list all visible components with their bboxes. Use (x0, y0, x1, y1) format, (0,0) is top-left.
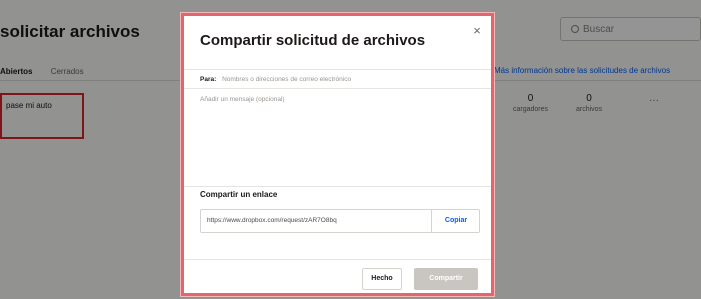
close-icon[interactable]: × (470, 24, 484, 38)
share-button[interactable]: Compartir (414, 268, 478, 290)
share-request-dialog: Compartir solicitud de archivos × Para: … (181, 13, 494, 296)
copy-button[interactable]: Copiar (431, 210, 480, 232)
share-link-field[interactable]: https://www.dropbox.com/request/zAR7O8bq… (200, 209, 480, 233)
done-button[interactable]: Hecho (362, 268, 402, 290)
share-link-label: Compartir un enlace (200, 190, 278, 199)
footer-divider (184, 259, 491, 260)
message-placeholder: Añadir un mensaje (opcional) (200, 96, 285, 103)
dialog-title: Compartir solicitud de archivos (200, 32, 426, 49)
recipients-label: Para: (200, 76, 217, 83)
section-divider (184, 186, 491, 187)
recipients-placeholder: Nombres o direcciones de correo electrón… (222, 76, 352, 83)
message-textarea[interactable]: Añadir un mensaje (opcional) (200, 96, 480, 176)
share-link-url[interactable]: https://www.dropbox.com/request/zAR7O8bq (207, 217, 429, 224)
recipients-field[interactable]: Para: Nombres o direcciones de correo el… (184, 69, 491, 89)
